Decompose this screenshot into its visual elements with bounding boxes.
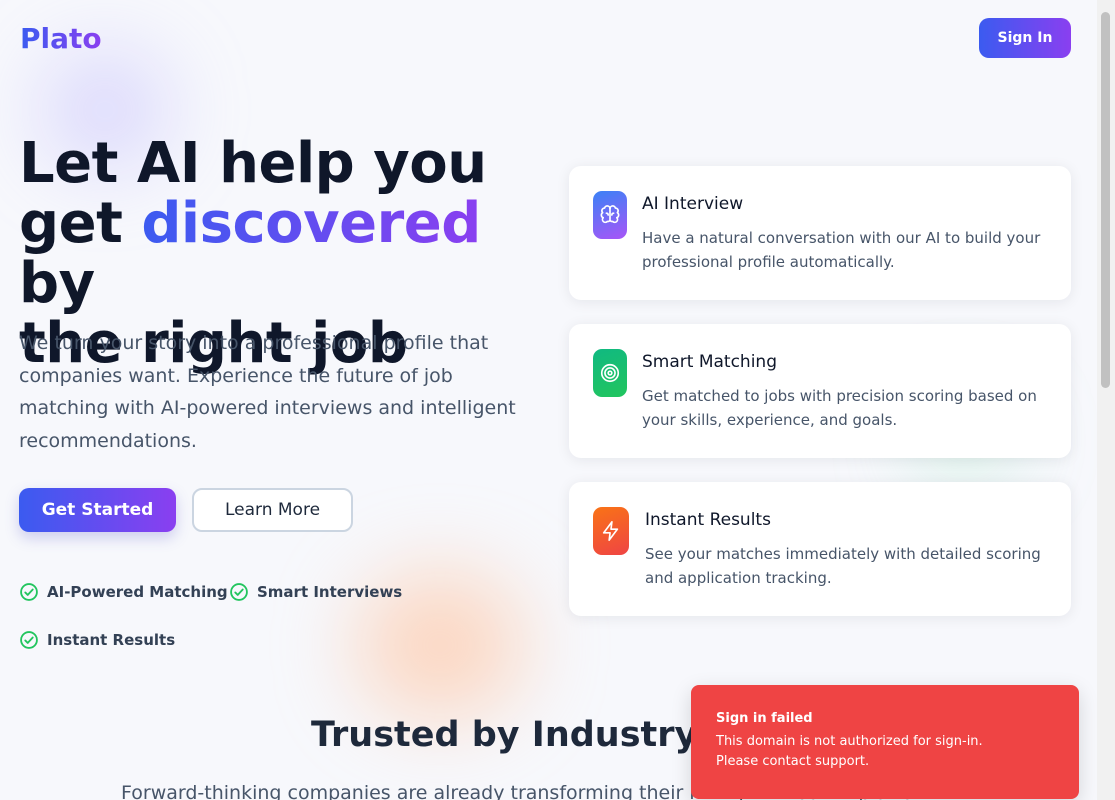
hero-title-highlight: discovered	[141, 191, 481, 256]
logo[interactable]: Plato	[20, 22, 102, 55]
card-ai-interview: AI Interview Have a natural conversation…	[569, 166, 1071, 300]
hero-title-line1: Let AI help you	[19, 131, 487, 196]
check-circle-icon	[20, 631, 38, 649]
card-description: See your matches immediately with detail…	[645, 545, 1041, 587]
feature-label: AI-Powered Matching	[47, 583, 228, 601]
sign-in-button[interactable]: Sign In	[979, 18, 1071, 58]
check-circle-icon	[20, 583, 38, 601]
get-started-button[interactable]: Get Started	[19, 488, 176, 532]
card-title: Instant Results	[645, 510, 771, 530]
target-icon	[593, 349, 627, 397]
hero-title-by: by	[19, 251, 95, 316]
feature-ai-powered-matching: AI-Powered Matching	[19, 582, 228, 602]
card-title: Smart Matching	[642, 352, 777, 372]
feature-label: Instant Results	[47, 631, 176, 649]
toast-title: Sign in failed	[716, 711, 813, 726]
feature-label: Smart Interviews	[257, 583, 403, 601]
feature-instant-results: Instant Results	[19, 630, 175, 650]
hero-subtitle: We turn your story into a professional p…	[19, 332, 516, 452]
hero-title-get: get	[19, 191, 142, 256]
card-title: AI Interview	[642, 194, 744, 214]
lightning-icon	[593, 507, 629, 555]
check-circle-icon	[230, 583, 248, 601]
brain-icon	[593, 191, 627, 239]
card-smart-matching: Smart Matching Get matched to jobs with …	[569, 324, 1071, 458]
learn-more-button[interactable]: Learn More	[192, 488, 353, 532]
toast-message: This domain is not authorized for sign-i…	[716, 734, 983, 769]
vertical-scrollbar[interactable]	[1097, 0, 1115, 800]
scrollbar-thumb[interactable]	[1101, 12, 1110, 388]
card-description: Have a natural conversation with our AI …	[642, 229, 1041, 271]
card-instant-results: Instant Results See your matches immedia…	[569, 482, 1071, 616]
feature-smart-interviews: Smart Interviews	[229, 582, 402, 602]
card-description: Get matched to jobs with precision scori…	[642, 387, 1037, 429]
error-toast[interactable]: Sign in failed This domain is not author…	[691, 685, 1079, 799]
